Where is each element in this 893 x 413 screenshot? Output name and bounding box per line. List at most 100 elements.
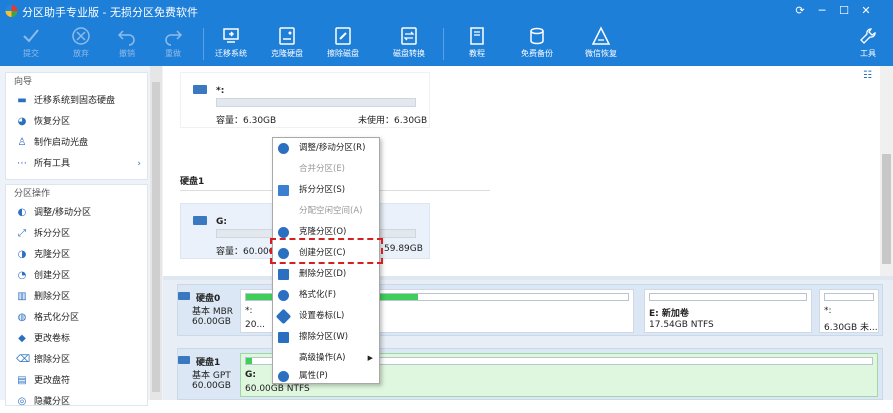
sidebar-item-recover-partition[interactable]: ◕ 恢复分区: [6, 112, 147, 133]
main-scrollbar[interactable]: [880, 66, 893, 276]
disk-info: 硬盘1 基本 GPT 60.00GB: [178, 349, 248, 399]
wechat-recovery-button[interactable]: 微信恢复: [573, 24, 629, 64]
app-logo-icon: [5, 5, 18, 17]
boot-disc-icon: ♙: [17, 136, 27, 148]
format-icon: [278, 290, 289, 301]
chevron-right-icon: ›: [137, 159, 141, 169]
menu-item-split[interactable]: 拆分分区(S): [273, 180, 379, 201]
sidebar-scrollbar[interactable]: [150, 66, 162, 400]
disk-icon: [178, 356, 190, 364]
partition-ops-title: 分区操作: [14, 189, 51, 199]
discard-icon: [72, 27, 90, 45]
minimize-button[interactable]: ─: [814, 3, 830, 19]
menu-item-wipe[interactable]: 擦除分区(W): [273, 327, 379, 348]
clone-disk-icon: [279, 27, 295, 45]
split-icon: ⤢: [18, 227, 26, 239]
migrate-os-button[interactable]: 迁移系统: [203, 24, 259, 64]
disk-convert-button[interactable]: 磁盘转换: [381, 24, 437, 64]
tutorial-button[interactable]: 教程: [449, 24, 505, 64]
sidebar-item-create[interactable]: ◔ 创建分区: [6, 266, 147, 287]
sidebar-item-split[interactable]: ⤢ 拆分分区: [6, 224, 147, 245]
sidebar-item-format[interactable]: ◍ 格式化分区: [6, 308, 147, 329]
partition-block[interactable]: E: 新加卷 17.54GB NTFS: [644, 289, 812, 333]
menu-item-format[interactable]: 格式化(F): [273, 285, 379, 306]
usage-bar: [649, 293, 807, 301]
menu-item-delete[interactable]: 删除分区(D): [273, 264, 379, 285]
highlight-annotation: [270, 238, 383, 264]
menu-item-properties[interactable]: 属性(P): [273, 367, 379, 385]
create-icon: ◔: [17, 269, 27, 281]
usage-bar: [216, 98, 416, 107]
backup-icon: [530, 27, 544, 45]
drive-icon: [193, 216, 207, 225]
main-toolbar: 提交 放弃 撤销 重做 迁移系统 克隆硬盘 擦除磁盘 磁盘转换 教程 免费备份 …: [0, 22, 893, 66]
menu-item-advanced[interactable]: 高级操作(A) ▶: [273, 348, 379, 369]
toolbar-divider: [443, 28, 444, 60]
disk-info: 硬盘0 基本 MBR 60.00GB: [178, 285, 248, 335]
sidebar-item-wipe[interactable]: ⌫ 擦除分区: [6, 350, 147, 371]
refresh-icon[interactable]: ⟳: [792, 3, 808, 19]
partition-block[interactable]: *: 6.30GB 未...: [819, 289, 879, 333]
format-icon: ◍: [17, 311, 27, 323]
wipe-disk-button[interactable]: 擦除磁盘: [315, 24, 371, 64]
tag-icon: ◆: [18, 332, 26, 344]
partition-ops-panel: 分区操作 ◐ 调整/移动分区 ⤢ 拆分分区 ◑ 克隆分区 ◔ 创建分区 ▥ 删除分区 ◍ 格…: [5, 184, 148, 407]
sidebar-item-migrate-os[interactable]: ▬ 迁移系统到固态硬盘: [6, 91, 147, 112]
drive-icon: [193, 85, 207, 94]
info-icon: [278, 371, 289, 382]
drive-letter-icon: ▤: [17, 374, 27, 386]
sidebar-item-resize[interactable]: ◐ 调整/移动分区: [6, 203, 147, 224]
sidebar-item-make-boot-disc[interactable]: ♙ 制作启动光盘: [6, 133, 147, 154]
menu-item-merge: 合并分区(E): [299, 164, 346, 174]
clone-icon: ◑: [17, 248, 27, 260]
trash-icon: ▥: [17, 290, 27, 302]
free-backup-button[interactable]: 免费备份: [509, 24, 565, 64]
migrate-icon: [223, 28, 239, 43]
disk-label: 硬盘1: [180, 177, 205, 187]
menu-item-allocate-free-space: 分配空闲空间(A): [299, 206, 363, 216]
redo-button[interactable]: 重做: [145, 24, 201, 64]
partition-card[interactable]: *: 容量：6.30GB 未使用：6.30GB: [180, 72, 430, 128]
redo-icon: [165, 30, 183, 46]
recover-icon: ◕: [17, 115, 27, 127]
sidebar-item-delete[interactable]: ▥ 删除分区: [6, 287, 147, 308]
resize-icon: [278, 143, 289, 154]
menu-item-set-label[interactable]: 设置卷标(L): [273, 306, 379, 327]
eraser-icon: ⌫: [16, 353, 31, 365]
close-button[interactable]: ✕: [858, 3, 874, 19]
sidebar-item-drive-letter[interactable]: ▤ 更改盘符: [6, 371, 147, 392]
convert-icon: [401, 27, 417, 45]
title-bar: 分区助手专业版 - 无损分区免费软件 ⟳ ─ ☐ ✕: [0, 0, 893, 22]
sidebar-item-all-tools[interactable]: ⋯ 所有工具 ›: [6, 154, 147, 175]
maximize-button[interactable]: ☐: [836, 3, 852, 19]
trash-icon: [278, 269, 289, 280]
sidebar-item-clone[interactable]: ◑ 克隆分区: [6, 245, 147, 266]
wechat-recovery-icon: [591, 26, 611, 45]
check-icon: [23, 29, 39, 43]
commit-button[interactable]: 提交: [3, 24, 59, 64]
sidebar-item-hide[interactable]: ◎ 隐藏分区: [6, 392, 147, 413]
tools-button[interactable]: 工具: [843, 24, 893, 64]
view-toggle-icon[interactable]: ☷: [863, 70, 872, 81]
tag-icon: [275, 308, 292, 325]
sidebar-item-label[interactable]: ◆ 更改卷标: [6, 329, 147, 350]
clone-icon: [278, 227, 289, 238]
split-icon: [278, 185, 289, 196]
menu-item-resize[interactable]: 调整/移动分区(R): [273, 138, 379, 159]
clone-disk-button[interactable]: 克隆硬盘: [259, 24, 315, 64]
window-title: 分区助手专业版 - 无损分区免费软件: [22, 6, 198, 19]
sidebar: 向导 ▬ 迁移系统到固态硬盘 ◕ 恢复分区 ♙ 制作启动光盘 ⋯ 所有工具 › 分区操作 …: [0, 66, 163, 407]
usage-bar: [824, 293, 874, 301]
dots-icon: ⋯: [17, 157, 27, 169]
resize-icon: ◐: [17, 206, 27, 218]
sidebar-scroll-thumb[interactable]: [152, 82, 160, 392]
main-scroll-thumb[interactable]: [882, 154, 891, 264]
book-icon: [470, 27, 484, 45]
wizard-title: 向导: [14, 77, 33, 87]
hide-icon: ◎: [17, 395, 27, 407]
eraser-icon: [335, 27, 351, 45]
wrench-icon: [860, 28, 876, 44]
eraser-icon: [278, 332, 289, 343]
undo-icon: [117, 30, 135, 46]
usage-fill: [246, 358, 253, 364]
